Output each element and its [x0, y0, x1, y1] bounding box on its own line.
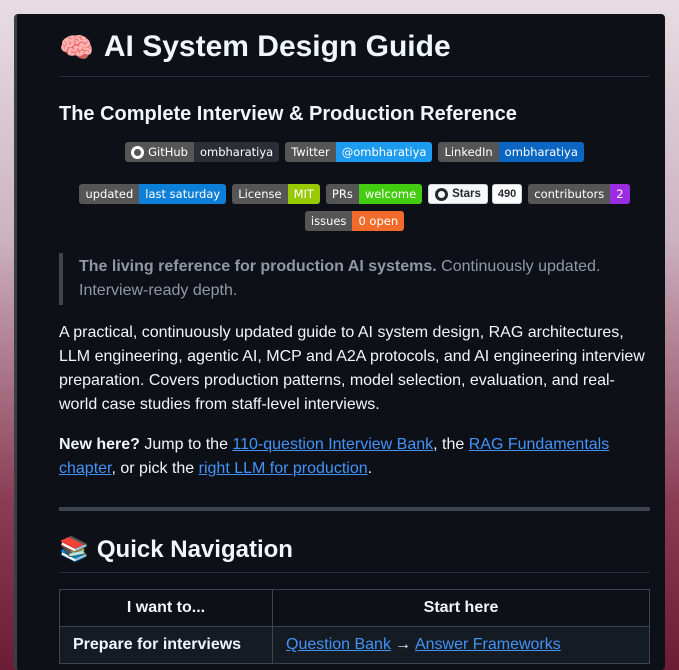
github-icon — [131, 145, 145, 159]
table-row: Prepare for interviews Question Bank → Ans… — [59, 626, 650, 664]
answer-frameworks-link[interactable]: Answer Frameworks — [415, 636, 561, 653]
linkedin-badge[interactable]: LinkedIn ombharatiya — [438, 142, 584, 162]
page-subtitle: The Complete Interview & Production Refe… — [59, 103, 517, 125]
contributors-badge[interactable]: contributors 2 — [528, 184, 630, 204]
new-here-paragraph: New here? Jump to the 110-question Inter… — [59, 436, 610, 477]
updated-badge[interactable]: updated last saturday — [79, 184, 227, 204]
right-llm-link[interactable]: right LLM for production — [199, 460, 368, 477]
interview-bank-link[interactable]: 110-question Interview Bank — [232, 436, 433, 453]
license-badge[interactable]: License MIT — [232, 184, 320, 204]
arrow-right-icon: → — [394, 636, 411, 653]
books-icon: 📚 — [59, 536, 89, 563]
prs-badge[interactable]: PRs welcome — [325, 184, 423, 204]
table-header-goal: I want to... — [59, 589, 273, 627]
issues-badge[interactable]: issues 0 open — [304, 211, 405, 231]
table-cell-start: Question Bank → Answer Frameworks — [272, 626, 650, 664]
issues-badges: issues 0 open — [59, 211, 650, 231]
table-header-start: Start here — [272, 589, 650, 627]
section-divider — [59, 507, 650, 511]
social-badges: GitHub ombharatiya Twitter @ombharatiya … — [59, 142, 650, 162]
readme-content: 🧠 AI System Design Guide The Complete In… — [59, 14, 650, 664]
brain-icon: 🧠 — [59, 31, 94, 63]
quick-navigation-heading: 📚 Quick Navigation — [59, 535, 650, 573]
stars-badge[interactable]: Stars 490 — [428, 184, 523, 204]
github-icon — [435, 187, 449, 201]
twitter-badge[interactable]: Twitter @ombharatiya — [285, 142, 433, 162]
page-title: 🧠 AI System Design Guide — [59, 30, 650, 77]
page-title-text: AI System Design Guide — [103, 30, 451, 63]
github-badge[interactable]: GitHub ombharatiya — [125, 142, 280, 162]
tagline-bold: The living reference for production AI s… — [79, 258, 437, 275]
stars-count: 490 — [491, 184, 523, 204]
status-badges: updated last saturday License MIT PRs we… — [59, 184, 650, 204]
readme-page: 🧠 AI System Design Guide The Complete In… — [14, 14, 665, 670]
table-cell-goal: Prepare for interviews — [59, 626, 273, 664]
question-bank-link[interactable]: Question Bank — [286, 636, 391, 653]
intro-paragraph: A practical, continuously updated guide … — [59, 324, 645, 413]
tagline-quote: The living reference for production AI s… — [59, 253, 650, 305]
quick-navigation-table: I want to... Start here Prepare for inte… — [59, 589, 650, 664]
